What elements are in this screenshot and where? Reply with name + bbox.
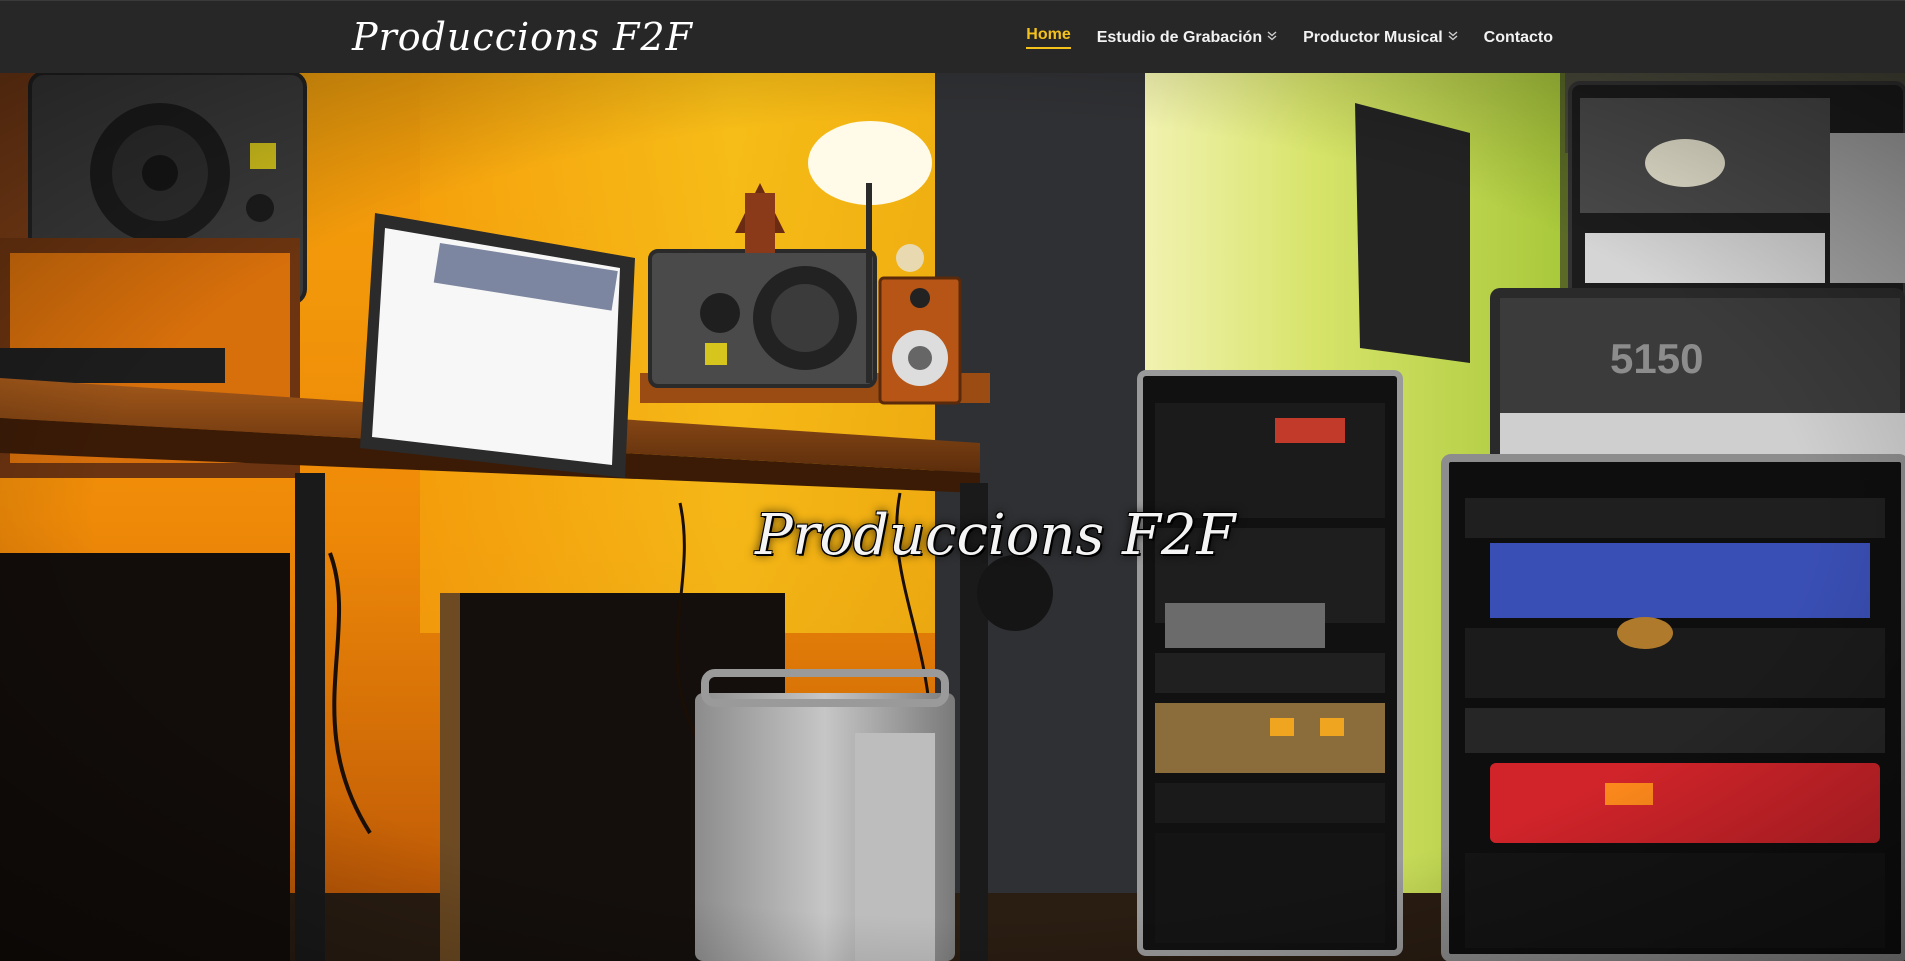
main-nav: Home Estudio de Grabación Productor Musi… [1026, 1, 1553, 74]
site-header: Produccions F2F Home Estudio de Grabació… [0, 0, 1905, 73]
nav-item-label: Contacto [1483, 28, 1553, 46]
hero-banner: 5150 Produccions F2F [0, 73, 1905, 961]
chevron-down-icon [1267, 31, 1277, 44]
nav-item-productor-musical[interactable]: Productor Musical [1303, 29, 1458, 47]
nav-item-contacto[interactable]: Contacto [1484, 29, 1553, 47]
nav-item-label: Home [1026, 26, 1071, 49]
nav-item-label: Estudio de Grabación [1096, 28, 1263, 46]
nav-item-label: Productor Musical [1303, 28, 1443, 46]
hero-title: Produccions F2F [755, 503, 1236, 568]
nav-item-home[interactable]: Home [1026, 26, 1071, 49]
chevron-down-icon [1448, 31, 1458, 44]
site-logo[interactable]: Produccions F2F [352, 13, 693, 61]
nav-item-estudio-de-grabacion[interactable]: Estudio de Grabación [1097, 29, 1277, 47]
